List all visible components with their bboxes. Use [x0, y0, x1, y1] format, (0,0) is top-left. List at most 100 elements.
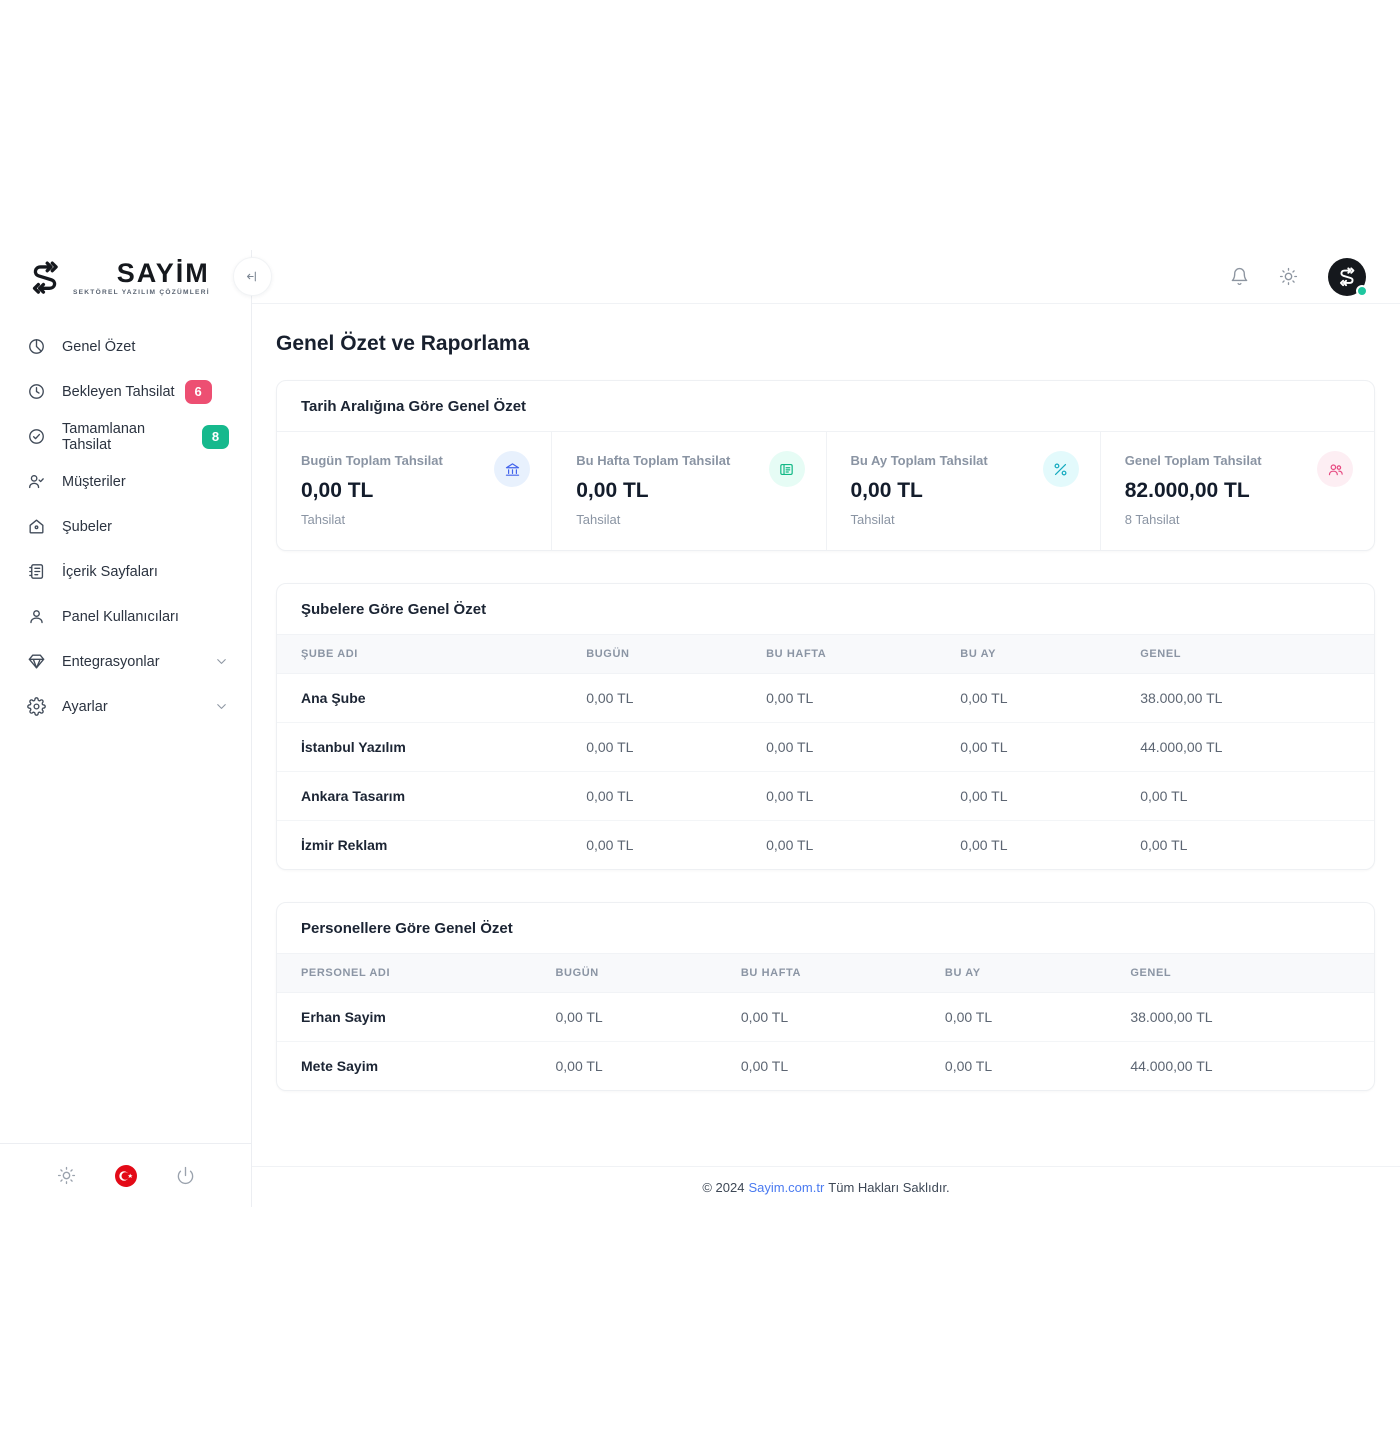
sidebar-item-genel-ozet[interactable]: Genel Özet — [12, 324, 239, 369]
chevron-down-icon — [214, 699, 229, 714]
check-circle-icon — [27, 427, 46, 446]
cell-value: 0,00 TL — [717, 1042, 921, 1091]
main-area: Genel Özet ve Raporlama Tarih Aralığına … — [252, 250, 1400, 1207]
page-title: Genel Özet ve Raporlama — [276, 332, 1375, 356]
branches-table: ŞUBE ADI BUGÜN BU HAFTA BU AY GENEL Ana … — [277, 634, 1374, 869]
cell-value: 0,00 TL — [717, 993, 921, 1042]
branches-summary-card: Şubelere Göre Genel Özet ŞUBE ADI BUGÜN … — [276, 583, 1375, 870]
clock-icon — [27, 382, 46, 401]
cell-value: 0,00 TL — [562, 674, 742, 723]
stat-value: 82.000,00 TL — [1125, 479, 1350, 503]
table-header-row: ŞUBE ADI BUGÜN BU HAFTA BU AY GENEL — [277, 635, 1374, 674]
copyright-prefix: © 2024 — [702, 1180, 744, 1195]
personnel-summary-card: Personellere Göre Genel Özet PERSONEL AD… — [276, 902, 1375, 1091]
sidebar-item-subeler[interactable]: Şubeler — [12, 504, 239, 549]
sidebar-item-bekleyen-tahsilat[interactable]: Bekleyen Tahsilat 6 — [12, 369, 239, 414]
cell-value: 0,00 TL — [921, 1042, 1106, 1091]
table-row: Erhan Sayim 0,00 TL 0,00 TL 0,00 TL 38.0… — [277, 993, 1374, 1042]
app-window: SAYİM SEKTÖREL YAZILIM ÇÖZÜMLERİ Genel Ö… — [0, 250, 1400, 1207]
collapse-left-icon — [245, 269, 260, 284]
card-title: Personellere Göre Genel Özet — [277, 903, 1374, 953]
stat-value: 0,00 TL — [576, 479, 801, 503]
column-header: GENEL — [1106, 954, 1374, 993]
diamond-icon — [27, 652, 46, 671]
store-icon — [27, 517, 46, 536]
sidebar-item-musteriler[interactable]: Müşteriler — [12, 459, 239, 504]
column-header: ŞUBE ADI — [277, 635, 562, 674]
sidebar-item-label: Bekleyen Tahsilat — [62, 384, 175, 400]
sidebar-item-label: Müşteriler — [62, 474, 126, 490]
column-header: PERSONEL ADI — [277, 954, 532, 993]
table-row: Mete Sayim 0,00 TL 0,00 TL 0,00 TL 44.00… — [277, 1042, 1374, 1091]
stat-week-total: Bu Hafta Toplam Tahsilat 0,00 TL Tahsila… — [551, 432, 825, 550]
sidebar-item-label: Şubeler — [62, 519, 112, 535]
user-check-icon — [27, 472, 46, 491]
column-header: BU AY — [936, 635, 1116, 674]
sayim-link[interactable]: Sayim.com.tr — [748, 1180, 824, 1195]
sidebar-item-ayarlar[interactable]: Ayarlar — [12, 684, 239, 729]
sidebar-item-entegrasyonlar[interactable]: Entegrasyonlar — [12, 639, 239, 684]
cell-value: 0,00 TL — [532, 1042, 717, 1091]
sidebar-collapse-button[interactable] — [233, 257, 272, 296]
cell-value: 0,00 TL — [562, 723, 742, 772]
sidebar-footer — [0, 1143, 251, 1207]
brand-name: SAYİM — [117, 260, 210, 287]
completed-count-badge: 8 — [202, 425, 229, 449]
page-content: Genel Özet ve Raporlama Tarih Aralığına … — [252, 304, 1400, 1166]
sun-icon[interactable] — [1279, 267, 1298, 286]
copyright-suffix: Tüm Hakları Saklıdır. — [828, 1180, 949, 1195]
stats-row: Bugün Toplam Tahsilat 0,00 TL Tahsilat B… — [277, 432, 1374, 550]
column-header: BUGÜN — [532, 954, 717, 993]
table-row: İzmir Reklam 0,00 TL 0,00 TL 0,00 TL 0,0… — [277, 821, 1374, 870]
date-range-summary-card: Tarih Aralığına Göre Genel Özet Bugün To… — [276, 380, 1375, 551]
table-header-row: PERSONEL ADI BUGÜN BU HAFTA BU AY GENEL — [277, 954, 1374, 993]
card-title: Tarih Aralığına Göre Genel Özet — [277, 381, 1374, 432]
stat-sub: Tahsilat — [576, 512, 801, 527]
turkish-flag-icon[interactable] — [114, 1164, 138, 1188]
online-status-dot — [1356, 285, 1368, 297]
sayim-logo-icon — [26, 259, 64, 297]
stat-month-total: Bu Ay Toplam Tahsilat 0,00 TL Tahsilat — [826, 432, 1100, 550]
stat-label: Bu Ay Toplam Tahsilat — [851, 453, 1076, 468]
cell-value: 38.000,00 TL — [1106, 993, 1374, 1042]
bank-icon — [504, 461, 521, 478]
power-icon[interactable] — [176, 1166, 195, 1185]
cell-value: 0,00 TL — [562, 772, 742, 821]
user-avatar[interactable] — [1328, 258, 1366, 296]
pie-chart-icon — [27, 337, 46, 356]
bell-icon[interactable] — [1230, 267, 1249, 286]
cell-value: 0,00 TL — [1116, 821, 1374, 870]
personnel-name: Mete Sayim — [277, 1042, 532, 1091]
brand-logo[interactable]: SAYİM SEKTÖREL YAZILIM ÇÖZÜMLERİ — [0, 250, 251, 306]
column-header: BU AY — [921, 954, 1106, 993]
sayim-logo-icon — [1336, 266, 1358, 288]
sidebar-item-panel-kullanicilari[interactable]: Panel Kullanıcıları — [12, 594, 239, 639]
sun-icon[interactable] — [57, 1166, 76, 1185]
column-header: BU HAFTA — [742, 635, 936, 674]
table-row: Ana Şube 0,00 TL 0,00 TL 0,00 TL 38.000,… — [277, 674, 1374, 723]
sidebar-item-label: Tamamlanan Tahsilat — [62, 421, 192, 453]
column-header: BUGÜN — [562, 635, 742, 674]
cell-value: 38.000,00 TL — [1116, 674, 1374, 723]
brand-tagline: SEKTÖREL YAZILIM ÇÖZÜMLERİ — [73, 289, 210, 296]
column-header: BU HAFTA — [717, 954, 921, 993]
stat-value: 0,00 TL — [851, 479, 1076, 503]
sidebar-item-label: Genel Özet — [62, 339, 135, 355]
sidebar-item-label: İçerik Sayfaları — [62, 564, 158, 580]
cell-value: 44.000,00 TL — [1116, 723, 1374, 772]
sidebar-item-icerik-sayfalari[interactable]: İçerik Sayfaları — [12, 549, 239, 594]
sidebar-nav: Genel Özet Bekleyen Tahsilat 6 Tamamlana… — [0, 306, 251, 1143]
chevron-down-icon — [214, 654, 229, 669]
topbar — [252, 250, 1400, 304]
branch-name: Ana Şube — [277, 674, 562, 723]
cell-value: 0,00 TL — [532, 993, 717, 1042]
branch-name: Ankara Tasarım — [277, 772, 562, 821]
cell-value: 44.000,00 TL — [1106, 1042, 1374, 1091]
sidebar-item-tamamlanan-tahsilat[interactable]: Tamamlanan Tahsilat 8 — [12, 414, 239, 459]
invoice-icon — [778, 461, 795, 478]
pending-count-badge: 6 — [185, 380, 212, 404]
cell-value: 0,00 TL — [742, 821, 936, 870]
personnel-table: PERSONEL ADI BUGÜN BU HAFTA BU AY GENEL … — [277, 953, 1374, 1090]
personnel-name: Erhan Sayim — [277, 993, 532, 1042]
column-header: GENEL — [1116, 635, 1374, 674]
